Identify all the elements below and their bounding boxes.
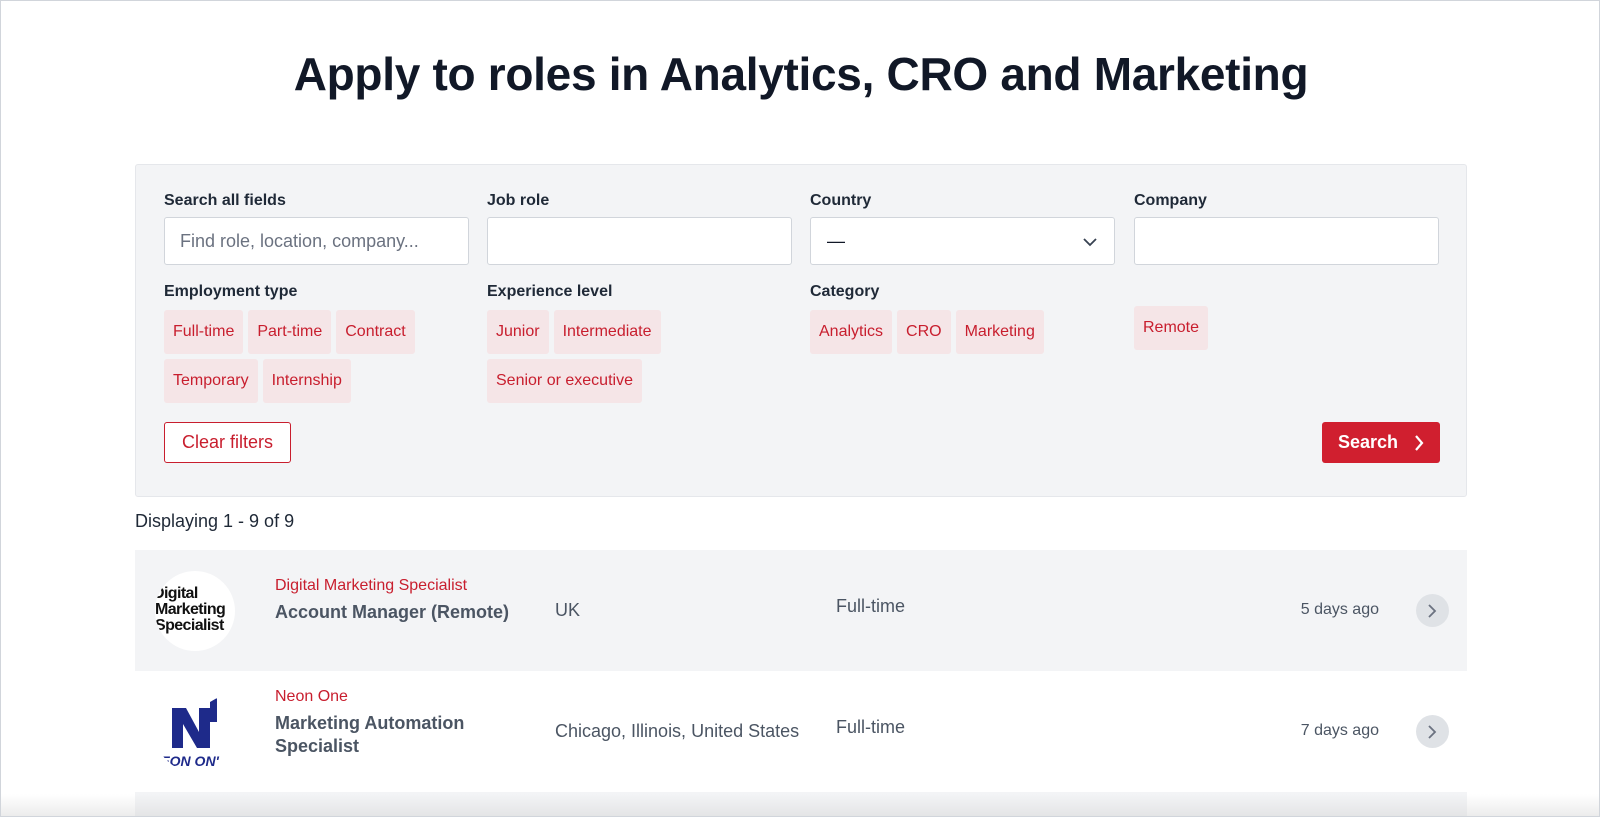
job-company[interactable]: Digital Marketing Specialist	[275, 577, 467, 595]
search-label: Search all fields	[164, 192, 286, 209]
company-logo: Digital Marketing Specialist	[155, 571, 235, 651]
chip-analytics[interactable]: Analytics	[810, 310, 893, 354]
experience-level-chips: Junior Intermediate Senior or executive	[487, 310, 807, 408]
page-title: Apply to roles in Analytics, CRO and Mar…	[293, 48, 1309, 100]
chip-senior-or-executive[interactable]: Senior or executive	[487, 359, 642, 403]
search-input[interactable]	[164, 217, 469, 265]
country-label: Country	[810, 192, 872, 209]
chip-temporary[interactable]: Temporary	[164, 359, 258, 403]
chip-internship[interactable]: Internship	[262, 359, 351, 403]
chevron-down-icon	[1083, 238, 1097, 247]
chip-part-time[interactable]: Part-time	[248, 310, 332, 354]
job-role-label: Job role	[487, 192, 550, 209]
job-posted: 7 days ago	[1300, 722, 1379, 739]
open-job-button[interactable]	[1416, 715, 1449, 748]
category-chips: Analytics CRO Marketing	[810, 310, 1130, 359]
page: Apply to roles in Analytics, CRO and Mar…	[0, 0, 1600, 817]
chip-junior[interactable]: Junior	[487, 310, 549, 354]
country-select[interactable]: —	[810, 217, 1115, 265]
search-button-label: Search	[1338, 432, 1399, 452]
svg-text:'EON ON': 'EON ON'	[157, 753, 220, 769]
company-label: Company	[1134, 192, 1207, 209]
job-row[interactable]: 'EON ON' Neon One Marketing Automation S…	[135, 671, 1467, 792]
job-type: Full-time	[836, 596, 906, 616]
logo-wordmark: Digital Marketing Specialist	[155, 585, 226, 634]
job-location: Chicago, Illinois, United States	[555, 721, 800, 741]
chip-full-time[interactable]: Full-time	[164, 310, 244, 354]
job-title[interactable]: Marketing Automation Specialist	[275, 712, 535, 758]
chip-marketing[interactable]: Marketing	[955, 310, 1044, 354]
chip-intermediate[interactable]: Intermediate	[553, 310, 661, 354]
neon-one-logo-mark: 'EON ON'	[157, 698, 220, 769]
remote-chips: Remote	[1134, 306, 1454, 355]
filter-panel: Search all fields Employment type Full-t…	[135, 164, 1467, 497]
job-type: Full-time	[836, 717, 906, 737]
job-role-input[interactable]	[487, 217, 792, 265]
employment-type-chips: Full-time Part-time Contract Temporary Inte…	[164, 310, 484, 408]
chevron-right-icon	[1428, 604, 1437, 618]
results-count: Displaying 1 - 9 of 9	[135, 511, 295, 531]
employment-type-label: Employment type	[164, 283, 298, 300]
experience-level-label: Experience level	[487, 283, 613, 300]
chip-contract[interactable]: Contract	[336, 310, 415, 354]
chip-remote[interactable]: Remote	[1134, 306, 1209, 350]
chevron-right-icon	[1428, 725, 1437, 739]
job-row[interactable]: Digital Marketing Specialist Digital Marke…	[135, 550, 1467, 671]
category-label: Category	[810, 283, 880, 300]
job-posted: 5 days ago	[1300, 601, 1379, 618]
open-job-button[interactable]	[1416, 594, 1449, 627]
scroll-fade	[1, 794, 1599, 816]
chip-cro[interactable]: CRO	[897, 310, 951, 354]
company-logo: 'EON ON'	[155, 692, 235, 772]
clear-filters-button[interactable]: Clear filters	[164, 422, 291, 463]
search-button[interactable]: Search	[1322, 422, 1440, 463]
country-select-value: —	[827, 231, 845, 251]
job-title[interactable]: Account Manager (Remote)	[275, 601, 535, 624]
job-location: UK	[555, 600, 581, 620]
chevron-right-icon	[1415, 435, 1424, 451]
job-company[interactable]: Neon One	[275, 688, 348, 706]
company-input[interactable]	[1134, 217, 1439, 265]
